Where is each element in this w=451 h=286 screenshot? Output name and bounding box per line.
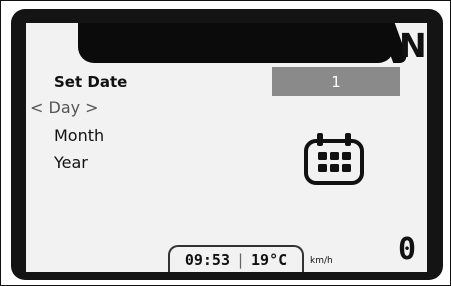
top-banner — [78, 23, 394, 63]
gear-indicator: N — [399, 26, 427, 65]
menu-item-day[interactable]: < Day > — [30, 98, 99, 117]
menu-item-month[interactable]: Month — [54, 126, 104, 145]
clock-divider: | — [236, 250, 246, 269]
date-value-field[interactable]: 1 — [272, 67, 400, 96]
outside-temperature: 19°C — [251, 250, 288, 269]
speed-unit: km/h — [310, 256, 333, 266]
speed-value: 0 — [398, 232, 417, 267]
menu-title: Set Date — [54, 73, 128, 91]
dashboard-frame: N Set Date < Day > Month Year 1 09:53 | … — [0, 0, 451, 286]
clock-time: 09:53 — [184, 250, 230, 269]
display-screen: N Set Date < Day > Month Year 1 09:53 | … — [26, 23, 427, 272]
date-value-text: 1 — [331, 72, 341, 91]
clock-temperature-box: 09:53 | 19°C — [168, 245, 304, 272]
menu-item-year[interactable]: Year — [54, 153, 88, 172]
calendar-icon — [304, 133, 364, 185]
